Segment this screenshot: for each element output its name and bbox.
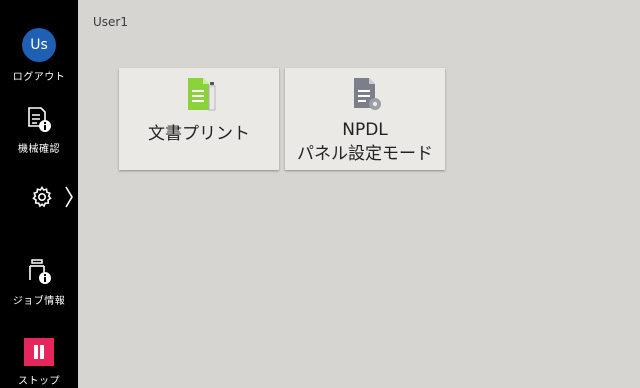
npdl-label: NPDL bbox=[342, 120, 388, 140]
gear-icon bbox=[32, 186, 52, 208]
job-info-icon bbox=[29, 259, 51, 284]
logout-label: ログアウト bbox=[12, 72, 66, 83]
job-info-label: ジョブ情報 bbox=[12, 296, 66, 307]
user-name: User1 bbox=[93, 15, 128, 29]
sidebar: Us ログアウト 機械確認 ジョブ情報 ストップ bbox=[0, 0, 78, 388]
machine-check-button[interactable]: 機械確認 bbox=[0, 106, 78, 155]
machine-check-label: 機械確認 bbox=[18, 144, 60, 155]
document-print-tile[interactable]: 文書プリント bbox=[119, 68, 279, 170]
user-avatar: Us bbox=[22, 28, 56, 62]
machine-info-icon bbox=[28, 107, 51, 132]
stop-button[interactable]: ストップ bbox=[0, 338, 78, 387]
pause-icon bbox=[24, 338, 54, 366]
logout-button[interactable]: Us ログアウト bbox=[0, 28, 78, 83]
panel-settings-mode-label: パネル設定モード bbox=[297, 144, 433, 164]
job-info-button[interactable]: ジョブ情報 bbox=[0, 258, 78, 307]
stop-label: ストップ bbox=[18, 376, 60, 387]
document-settings-icon bbox=[354, 78, 381, 110]
document-print-icon bbox=[188, 78, 216, 111]
settings-button[interactable] bbox=[0, 182, 78, 212]
chevron-right-icon bbox=[65, 186, 73, 208]
npdl-panel-settings-tile[interactable]: NPDL パネル設定モード bbox=[285, 68, 445, 170]
document-print-label: 文書プリント bbox=[148, 124, 250, 144]
main-panel: User1 文書プリント NPDL パネル設定モード bbox=[78, 0, 640, 388]
